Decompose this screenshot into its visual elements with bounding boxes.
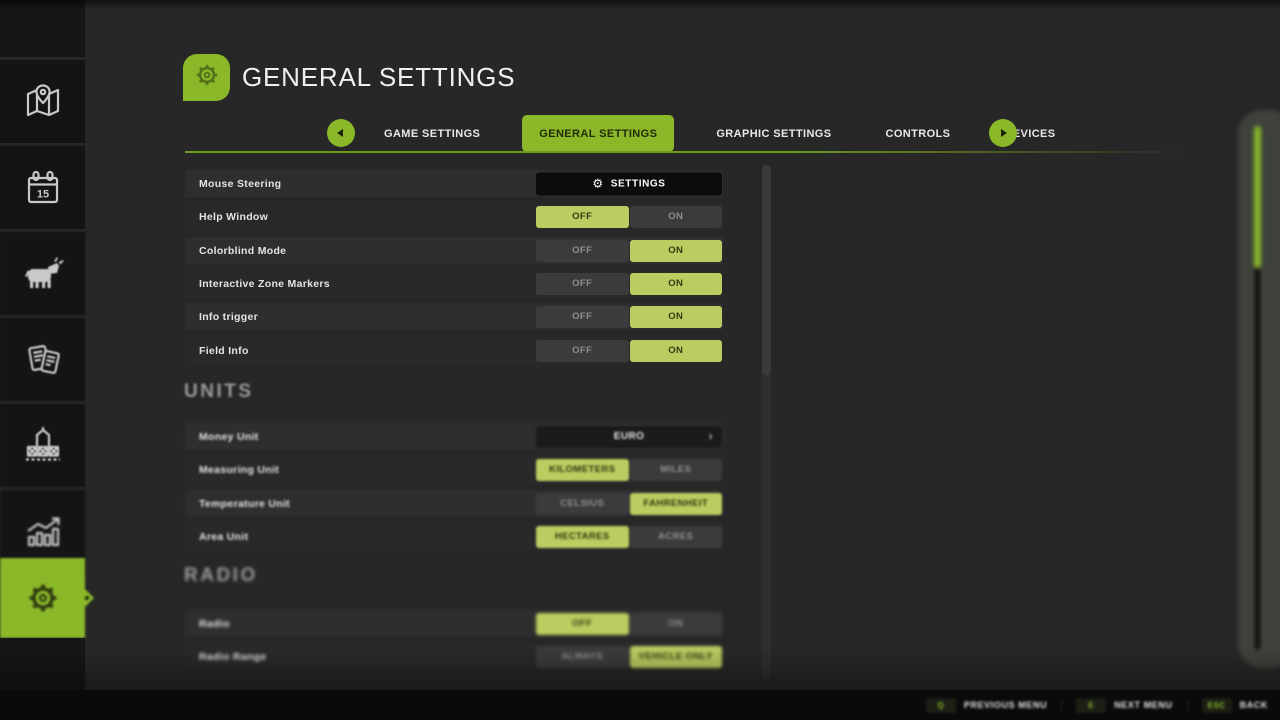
radio-toggle: OFF ON	[536, 613, 722, 635]
content-scrollbar[interactable]	[762, 165, 771, 680]
slider-filled-track	[1254, 126, 1261, 268]
setting-label: Radio	[199, 618, 230, 630]
toggle-option-on[interactable]: ON	[630, 613, 723, 635]
next-menu-label: NEXT MENU	[1114, 700, 1172, 710]
right-scroll-slider[interactable]	[1238, 110, 1280, 668]
back-hint[interactable]: ESC BACK	[1202, 698, 1268, 713]
hint-divider	[1187, 699, 1188, 711]
setting-row-radio: Radio OFF ON	[185, 610, 723, 637]
back-label: BACK	[1240, 700, 1268, 710]
key-badge-previous: Q	[926, 698, 956, 713]
radio-range-toggle: ALWAYS VEHICLE ONLY	[536, 646, 722, 668]
previous-menu-hint[interactable]: Q PREVIOUS MENU	[926, 698, 1047, 713]
section-header-radio: RADIO	[184, 565, 258, 587]
previous-menu-label: PREVIOUS MENU	[964, 700, 1047, 710]
toggle-option-vehicle-only[interactable]: VEHICLE ONLY	[630, 646, 723, 668]
hint-divider	[1061, 699, 1062, 711]
slider-empty-track	[1255, 268, 1260, 650]
toggle-option-off[interactable]: OFF	[536, 613, 629, 635]
key-badge-esc: ESC	[1202, 698, 1232, 713]
bottom-bar: Q PREVIOUS MENU E NEXT MENU ESC BACK	[0, 690, 1280, 720]
setting-label: Radio Range	[199, 651, 266, 663]
setting-row-radio-range: Radio Range ALWAYS VEHICLE ONLY	[185, 643, 723, 670]
settings-section-radio: RADIO Radio OFF ON Radio Range ALWAYS VE…	[0, 0, 1280, 720]
scrollbar-thumb[interactable]	[762, 165, 771, 375]
key-badge-next: E	[1076, 698, 1106, 713]
toggle-option-always[interactable]: ALWAYS	[536, 646, 629, 668]
next-menu-hint[interactable]: E NEXT MENU	[1076, 698, 1172, 713]
general-settings-screen: 15	[0, 0, 1280, 720]
